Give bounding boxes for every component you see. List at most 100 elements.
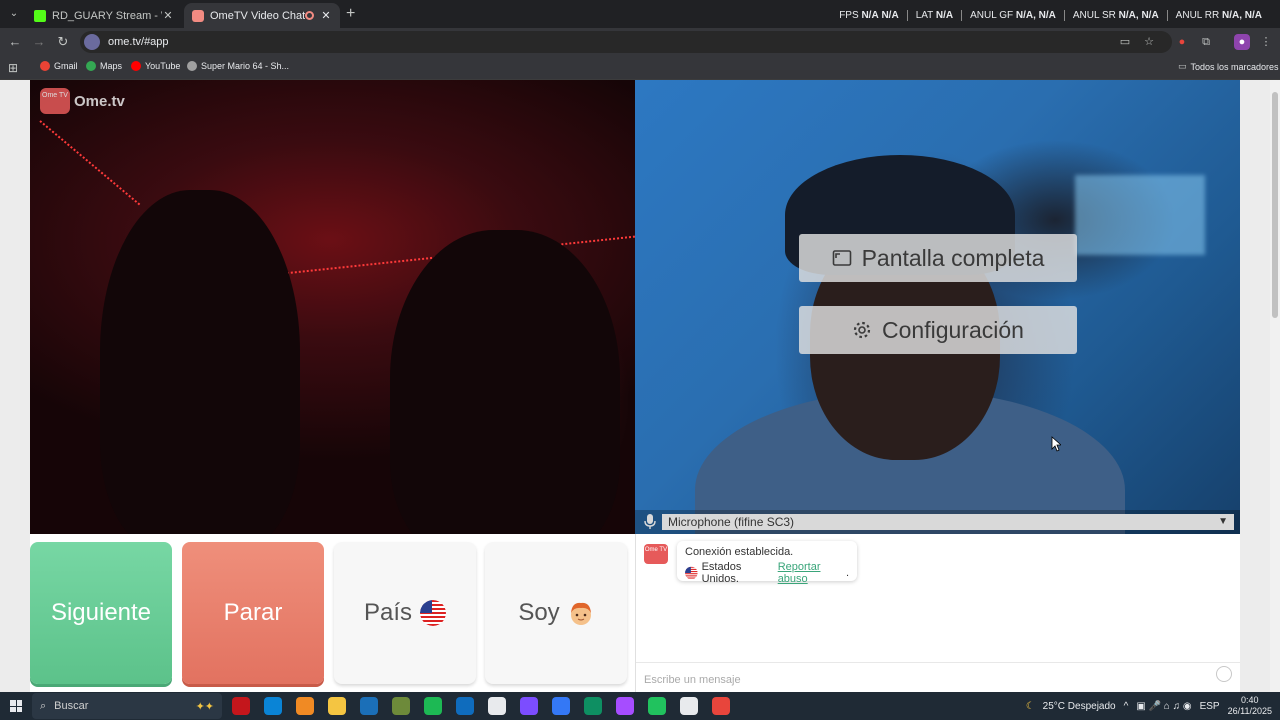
taskbar-app-icon[interactable] <box>680 697 698 715</box>
weather-text[interactable]: 25°C Despejado <box>1043 701 1116 712</box>
gear-icon <box>853 321 871 339</box>
microphone-name: Microphone (fifine SC3) <box>668 515 795 529</box>
report-period: . <box>845 567 849 579</box>
stranger-country: Estados Unidos. <box>701 561 742 585</box>
system-message: Conexión establecida. Estados Unidos. Re… <box>677 541 857 585</box>
ometv-chat-icon: Ome TV <box>644 544 668 564</box>
tab-ometv[interactable]: OmeTV Video Chat — Omegle ✕ <box>184 3 340 28</box>
extensions-puzzle-icon[interactable]: ⧉ <box>1198 34 1214 50</box>
taskbar-app-icon[interactable] <box>616 697 634 715</box>
taskbar-app-icon[interactable] <box>328 697 346 715</box>
scrollbar-thumb[interactable] <box>1272 92 1278 318</box>
kick-icon <box>34 9 46 22</box>
profile-avatar[interactable]: ● <box>1234 34 1250 50</box>
boy-emoji-icon <box>570 602 591 625</box>
mouse-cursor-icon <box>1051 436 1061 452</box>
cast-icon[interactable]: ▭ <box>1118 35 1132 49</box>
gender-button[interactable]: Soy <box>485 542 627 684</box>
system-tray: ☾ 25°C Despejado ^ ▣ 🎤 ⌂ ♫ ◉ ESP 0:40 26… <box>1026 692 1272 720</box>
taskbar-app-icon[interactable] <box>520 697 538 715</box>
address-bar[interactable]: ome.tv/#app ▭ ☆ <box>80 31 1172 53</box>
dropdown-arrow-icon: ▼ <box>1218 516 1228 527</box>
us-flag-icon <box>685 566 698 580</box>
stat-anul-gf: ANUL GF N/A, N/A <box>962 10 1065 21</box>
fullscreen-label: Pantalla completa <box>861 244 1045 271</box>
extension-icon[interactable]: ● <box>1174 34 1190 50</box>
country-button[interactable]: País <box>334 542 476 684</box>
copilot-sparkle-icon: ✦✦ <box>195 700 214 713</box>
taskbar-app-icon[interactable] <box>264 697 282 715</box>
tray-chevron-icon[interactable]: ^ <box>1124 701 1129 712</box>
taskbar-app-icon[interactable] <box>232 697 250 715</box>
us-flag-icon <box>420 600 447 626</box>
emoji-icon[interactable] <box>1216 666 1232 682</box>
weather-moon-icon: ☾ <box>1025 700 1035 712</box>
microphone-bar: Microphone (fifine SC3) ▼ <box>635 510 1240 534</box>
ometv-logo-text: Ome.tv <box>74 92 125 110</box>
bookmark-super-mario[interactable]: Super Mario 64 - Sh... <box>187 61 289 71</box>
connection-status: Conexión establecida. <box>685 546 794 558</box>
reload-icon[interactable]: ↻ <box>54 33 72 51</box>
microphone-select[interactable]: Microphone (fifine SC3) ▼ <box>662 514 1234 530</box>
person-silhouette <box>390 230 620 534</box>
stranger-video <box>30 80 635 534</box>
taskbar-app-icon[interactable] <box>488 697 506 715</box>
all-bookmarks-folder[interactable]: ▭ Todos los marcadores <box>1178 61 1279 72</box>
report-abuse-link[interactable]: Reportar abuso <box>778 561 846 585</box>
maps-icon <box>86 61 96 71</box>
clock-time: 0:40 <box>1241 695 1259 705</box>
site-icon <box>187 61 197 71</box>
close-tab-icon[interactable]: ✕ <box>320 9 332 22</box>
back-icon[interactable]: ← <box>6 33 24 51</box>
next-button[interactable]: Siguiente <box>30 542 172 684</box>
taskbar-app-icon[interactable] <box>712 697 730 715</box>
clock[interactable]: 0:40 26/11/2025 <box>1228 695 1272 717</box>
bookmark-maps[interactable]: Maps <box>86 61 122 71</box>
folder-icon: ▭ <box>1178 61 1187 71</box>
message-input[interactable]: Escribe un mensaje <box>636 662 1240 692</box>
taskbar-search-label: Buscar <box>54 700 89 712</box>
taskbar-app-icon[interactable] <box>584 697 602 715</box>
windows-start-icon[interactable] <box>10 700 22 712</box>
ometv-logo: Ome TV Ome.tv <box>40 88 125 114</box>
settings-button[interactable]: Configuración <box>799 306 1077 354</box>
menu-kebab-icon[interactable]: ⋮ <box>1258 34 1274 50</box>
windows-taskbar: ⌕ Buscar ✦✦ ☾ 25°C Despejado ^ ▣ 🎤 ⌂ ♫ ◉… <box>0 692 1280 720</box>
youtube-icon <box>131 61 141 71</box>
taskbar-app-icon[interactable] <box>648 697 666 715</box>
taskbar-app-icon[interactable] <box>552 697 570 715</box>
search-icon: ⌕ <box>40 699 47 712</box>
taskbar-app-icon[interactable] <box>392 697 410 715</box>
bookmark-gmail[interactable]: Gmail <box>40 61 78 71</box>
clock-date: 26/11/2025 <box>1227 706 1272 716</box>
bookmark-star-icon[interactable]: ☆ <box>1142 35 1156 49</box>
tab-bar: ⌄ RD_GUARY Stream - Watch Live ✕ OmeTV V… <box>0 0 1280 28</box>
site-info-icon[interactable] <box>84 34 100 50</box>
bookmarks-bar: ⊞ Gmail Maps YouTube Super Mario 64 - Sh… <box>0 56 1280 80</box>
taskbar-search[interactable]: ⌕ Buscar ✦✦ <box>32 693 222 719</box>
taskbar-app-icon[interactable] <box>456 697 474 715</box>
ometv-logo-icon: Ome TV <box>40 88 70 114</box>
stat-anul-rr: ANUL RR N/A, N/A <box>1175 10 1262 21</box>
apps-grid-icon[interactable]: ⊞ <box>8 61 18 75</box>
stat-fps: FPS N/A N/A <box>831 10 908 21</box>
forward-icon[interactable]: → <box>30 33 48 51</box>
taskbar-app-icon[interactable] <box>424 697 442 715</box>
taskbar-app-icon[interactable] <box>296 697 314 715</box>
fullscreen-button[interactable]: Pantalla completa <box>799 234 1077 282</box>
stop-button[interactable]: Parar <box>182 542 324 684</box>
tab-kick-stream[interactable]: RD_GUARY Stream - Watch Live ✕ <box>26 3 182 28</box>
tab-title: RD_GUARY Stream - Watch Live <box>52 9 162 22</box>
taskbar-app-icon[interactable] <box>360 697 378 715</box>
tray-icons[interactable]: ▣ 🎤 ⌂ ♫ ◉ <box>1136 701 1191 712</box>
gmail-icon <box>40 61 50 71</box>
new-tab-button[interactable]: + <box>346 5 355 23</box>
background-monitor <box>1075 175 1205 255</box>
tab-search-button[interactable]: ⌄ <box>6 6 22 22</box>
language-indicator[interactable]: ESP <box>1200 701 1220 712</box>
stop-label: Parar <box>223 599 283 626</box>
close-tab-icon[interactable]: ✕ <box>162 9 174 22</box>
settings-label: Configuración <box>882 316 1024 343</box>
bookmark-youtube[interactable]: YouTube <box>131 61 180 71</box>
page-scrollbar[interactable] <box>1270 80 1280 692</box>
